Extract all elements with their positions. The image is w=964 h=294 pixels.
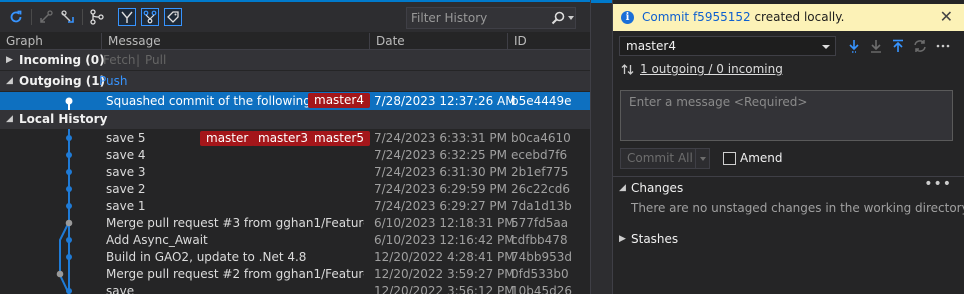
info-bar: i Commit f5955152 created locally. ✕ [613, 4, 964, 31]
branch-selector[interactable]: master4 [619, 36, 836, 56]
outgoing-incoming-link[interactable]: 1 outgoing / 0 incoming [640, 61, 783, 77]
pull-link[interactable]: Pull [145, 50, 166, 70]
show-graph-icon[interactable] [141, 8, 159, 26]
push-icon[interactable] [890, 38, 906, 54]
filter-history-input[interactable] [411, 10, 561, 26]
info-message: Commit f5955152 created locally. [642, 4, 844, 31]
commit-message: Build in GAO2, update to .Net 4.8 [106, 250, 307, 264]
commit-date: 7/24/2023 6:31:30 PM [374, 165, 508, 179]
graph-node[interactable] [66, 254, 72, 260]
commit-id: 10b45d26 [511, 284, 573, 294]
commit-id: 74bb953d [511, 250, 573, 264]
divider [613, 176, 964, 177]
graph-node[interactable] [66, 152, 72, 158]
close-icon[interactable]: ✕ [940, 8, 953, 26]
more-options-icon[interactable]: ••• [924, 174, 952, 194]
commit-date: 12/20/2022 3:59:27 PM [374, 267, 515, 281]
amend-label[interactable]: Amend [740, 150, 783, 167]
filter-branch-icon[interactable] [118, 8, 136, 26]
graph-node[interactable] [66, 169, 72, 175]
commit-id: 577fd5aa [511, 216, 569, 230]
commit-message: save 4 [106, 148, 146, 162]
commit-message: Add Async_Await [106, 233, 208, 247]
commit-id: b0ca4610 [511, 131, 571, 145]
amend-checkbox[interactable] [723, 152, 736, 165]
column-date[interactable]: Date [369, 33, 505, 49]
more-actions-icon[interactable] [935, 38, 951, 54]
search-icon[interactable] [551, 11, 565, 25]
active-tab-indicator [591, 0, 612, 3]
commit-all-label: Commit All [627, 151, 693, 165]
branch-tag[interactable]: master3 [252, 131, 314, 146]
commit-message-input[interactable] [621, 91, 952, 140]
graph-node[interactable] [66, 288, 72, 294]
chevron-down-icon[interactable] [822, 45, 830, 49]
graph-node[interactable] [66, 237, 72, 243]
commit-id: 2b1ef775 [511, 165, 569, 179]
branch-tag[interactable]: master [200, 131, 255, 146]
commit-message: Merge pull request #3 from gghan1/Featur… [106, 216, 364, 230]
changes-empty-message: There are no unstaged changes in the wor… [631, 201, 964, 215]
graph-node[interactable] [66, 186, 72, 192]
commit-id: cdfbb478 [511, 233, 568, 247]
info-icon: i [621, 11, 634, 24]
stashes-title: Stashes [631, 232, 679, 246]
commit-link[interactable]: Commit f5955152 [642, 10, 751, 24]
commit-id: ecebd7f6 [511, 148, 568, 162]
pane-splitter[interactable] [590, 0, 613, 294]
fetch-link[interactable]: Fetch [103, 50, 136, 70]
commit-message: save [106, 284, 135, 294]
chevron-down-icon[interactable] [700, 157, 706, 161]
commit-id: 0fd533b0 [511, 267, 569, 281]
commit-message: save 3 [106, 165, 146, 179]
filter-history-box [406, 7, 576, 29]
commit-message: Merge pull request #2 from gghan1/Featur… [106, 267, 364, 281]
graph-node[interactable] [66, 135, 72, 141]
fetch-icon[interactable] [846, 38, 862, 54]
commit-date: 7/24/2023 6:29:27 PM [374, 199, 508, 213]
branch-tag[interactable]: master5 [308, 131, 370, 146]
link-divider: | [136, 53, 141, 67]
commit-date: 6/10/2023 12:18:31 PM [374, 216, 515, 230]
commit-date: 6/10/2023 12:16:42 PM [374, 233, 515, 247]
column-message[interactable]: Message [101, 33, 367, 49]
commit-date: 12/20/2022 3:56:12 PM [374, 284, 515, 294]
push-link[interactable]: Push [99, 71, 128, 91]
commit-graph [56, 97, 73, 294]
chevron-down-icon[interactable] [568, 16, 574, 20]
commit-all-button[interactable]: Commit All [620, 148, 710, 169]
graph-node[interactable] [65, 97, 73, 105]
expand-arrow-icon[interactable]: ▶ [619, 229, 626, 249]
branch-tag[interactable]: master4 [308, 93, 370, 108]
graph-merge-node[interactable] [56, 270, 64, 278]
changes-title: Changes [631, 181, 684, 195]
column-id[interactable]: ID [507, 33, 590, 49]
commit-message-box [620, 90, 953, 141]
changes-section[interactable]: ◢ Changes ••• [613, 176, 964, 198]
info-text: created locally. [750, 10, 845, 24]
commit-date: 7/24/2023 6:33:31 PM [374, 131, 508, 145]
commit-date: 7/28/2023 12:37:26 AM [374, 94, 516, 108]
button-divider [695, 149, 696, 168]
commit-id: 7da1d13b [511, 199, 572, 213]
stashes-section[interactable]: ▶ Stashes [613, 229, 964, 249]
git-history-pane: Graph Message Date ID ▶ Incoming (0) Fet… [0, 0, 590, 294]
commit-id: 26c22cd6 [511, 182, 570, 196]
pull-icon[interactable] [868, 38, 884, 54]
sync-icon[interactable] [912, 38, 928, 54]
graph-merge-node[interactable] [65, 219, 73, 227]
commit-date: 7/24/2023 6:32:25 PM [374, 148, 508, 162]
commit-message: save 2 [106, 182, 146, 196]
tag-icon[interactable] [164, 8, 182, 26]
git-changes-pane: i Commit f5955152 created locally. ✕ mas… [613, 0, 964, 294]
commit-date: 12/20/2022 4:28:41 PM [374, 250, 515, 264]
commit-id: b5e4449e [511, 94, 572, 108]
commit-date: 7/24/2023 6:29:59 PM [374, 182, 508, 196]
collapse-arrow-icon[interactable]: ◢ [619, 178, 626, 198]
branch-name: master4 [626, 39, 676, 53]
commit-message: save 1 [106, 199, 146, 213]
graph-node[interactable] [66, 203, 72, 209]
